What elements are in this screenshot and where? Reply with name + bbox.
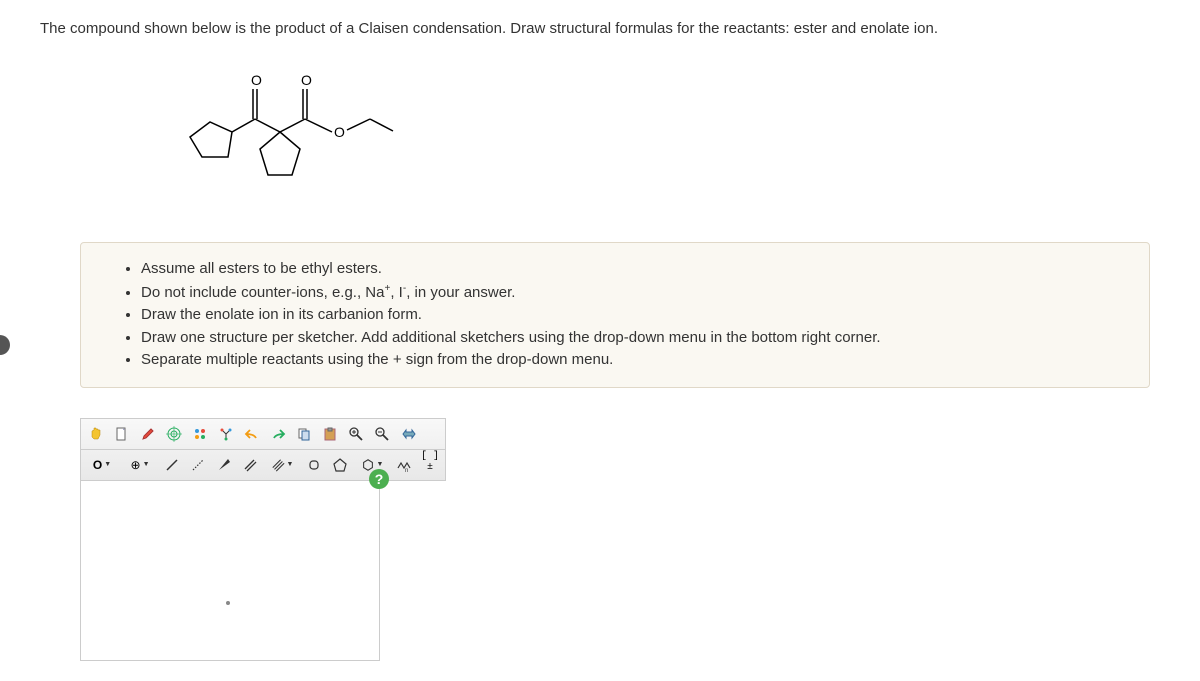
double-bond-icon[interactable] [238, 453, 262, 477]
svg-text:O: O [301, 72, 312, 88]
single-bond-icon[interactable] [160, 453, 184, 477]
element-picker[interactable]: O ▼ [84, 453, 120, 477]
dropdown-arrow-icon: ▼ [143, 461, 150, 468]
bracket-charge-icon[interactable]: [ ]± [418, 453, 442, 477]
instruction-item: Draw the enolate ion in its carbanion fo… [141, 304, 1129, 327]
svg-text:O: O [251, 72, 262, 88]
hand-tool-icon[interactable] [84, 422, 108, 446]
wedge-bond-icon[interactable] [212, 453, 236, 477]
help-button[interactable]: ? [369, 469, 389, 489]
sketcher-toolbar: O ▼ ⊕ ▼ ▼ [80, 418, 446, 481]
instructions-list: Assume all esters to be ethyl esters. Do… [121, 258, 1129, 372]
side-marker [0, 335, 10, 355]
molecule-structure: O O O [160, 57, 1160, 212]
redo-icon[interactable] [266, 422, 290, 446]
dropdown-arrow-icon: ▼ [104, 461, 111, 468]
copy-icon[interactable] [292, 422, 316, 446]
dropdown-arrow-icon: ▼ [377, 461, 384, 468]
transform-icon[interactable] [396, 422, 420, 446]
toolbar-row-1 [81, 419, 445, 450]
question-text: The compound shown below is the product … [40, 20, 1160, 37]
canvas-cursor-dot [226, 601, 230, 605]
paste-icon[interactable] [318, 422, 342, 446]
pencil-tool-icon[interactable] [136, 422, 160, 446]
view-structure-icon[interactable] [214, 422, 238, 446]
ring-tool-1-icon[interactable] [302, 453, 326, 477]
target-tool-icon[interactable] [162, 422, 186, 446]
sketcher-container: O ▼ ⊕ ▼ ▼ [80, 418, 1160, 661]
zoom-in-icon[interactable] [344, 422, 368, 446]
svg-text:O: O [334, 124, 345, 140]
toolbar-row-2: O ▼ ⊕ ▼ ▼ [81, 450, 445, 480]
svg-text:n: n [405, 468, 408, 473]
zoom-out-icon[interactable] [370, 422, 394, 446]
undo-icon[interactable] [240, 422, 264, 446]
charge-picker[interactable]: ⊕ ▼ [122, 453, 158, 477]
file-tool-icon[interactable] [110, 422, 134, 446]
sketcher-canvas[interactable]: ? [80, 481, 380, 661]
instruction-item: Separate multiple reactants using the + … [141, 349, 1129, 372]
instruction-item: Draw one structure per sketcher. Add add… [141, 327, 1129, 350]
ring-tool-2-icon[interactable] [328, 453, 352, 477]
chain-tool-icon[interactable]: n [392, 453, 416, 477]
instruction-item: Assume all esters to be ethyl esters. [141, 258, 1129, 281]
instructions-box: Assume all esters to be ethyl esters. Do… [80, 242, 1150, 388]
dropdown-arrow-icon: ▼ [287, 461, 294, 468]
instruction-item: Do not include counter-ions, e.g., Na+, … [141, 281, 1129, 305]
dotted-bond-icon[interactable] [186, 453, 210, 477]
view-cross-icon[interactable] [188, 422, 212, 446]
triple-bond-picker[interactable]: ▼ [264, 453, 300, 477]
